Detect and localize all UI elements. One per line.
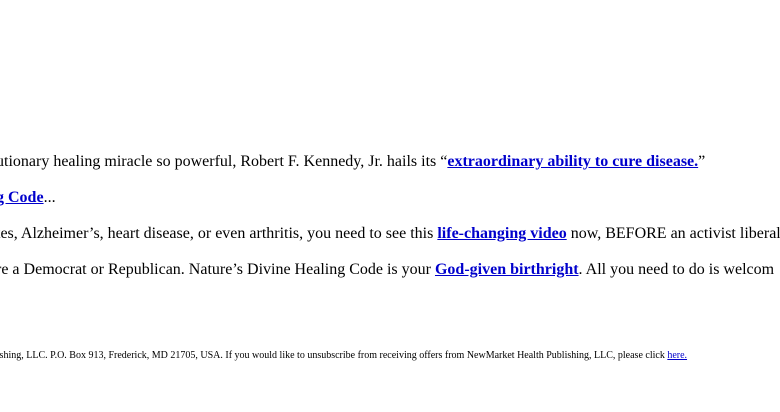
paragraph-miracle: utionary healing miracle so powerful, Ro…: [0, 152, 705, 172]
ellipsis-text: ...: [43, 189, 56, 206]
closing-quote: ”: [698, 153, 706, 170]
cure-disease-link[interactable]: extraordinary ability to cure disease.: [447, 153, 698, 170]
healing-code-link[interactable]: g Code: [0, 189, 44, 206]
birthright-link[interactable]: God-given birthright: [435, 261, 579, 278]
paragraph-birthright-tail: . All you need to do is welcom: [578, 261, 775, 278]
paragraph-video: tes, Alzheimer’s, heart disease, or even…: [0, 224, 780, 244]
unsubscribe-link[interactable]: here.: [667, 350, 687, 361]
life-changing-video-link[interactable]: life-changing video: [437, 225, 566, 242]
footer-disclaimer: lishing, LLC. P.O. Box 913, Frederick, M…: [0, 349, 687, 363]
paragraph-miracle-text: utionary healing miracle so powerful, Ro…: [0, 153, 448, 170]
paragraph-video-text: tes, Alzheimer’s, heart disease, or even…: [0, 225, 438, 242]
email-body: utionary healing miracle so powerful, Ro…: [0, 0, 780, 412]
paragraph-video-tail: now, BEFORE an activist liberal: [566, 225, 780, 242]
paragraph-code: g Code...: [0, 188, 56, 208]
paragraph-birthright: re a Democrat or Republican. Nature’s Di…: [0, 260, 774, 280]
footer-text: lishing, LLC. P.O. Box 913, Frederick, M…: [0, 350, 668, 361]
paragraph-birthright-text: re a Democrat or Republican. Nature’s Di…: [0, 261, 435, 278]
